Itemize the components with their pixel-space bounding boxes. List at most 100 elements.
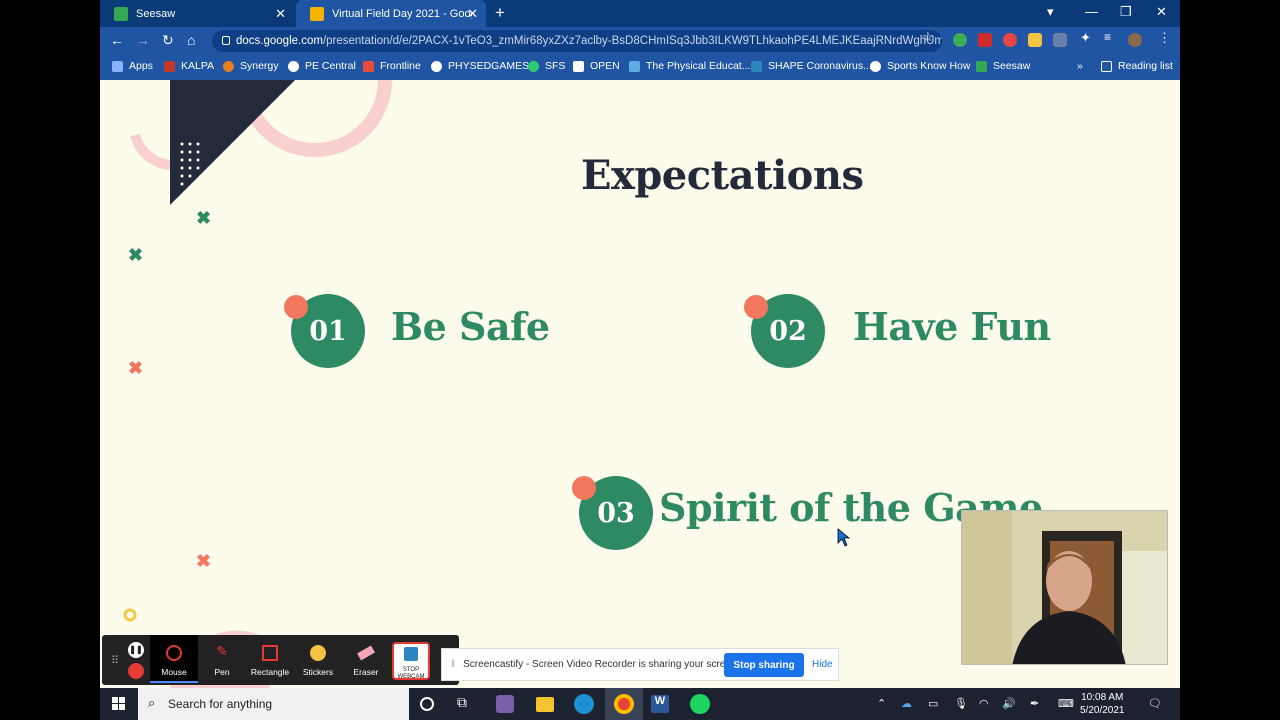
windows-start-icon[interactable] [112, 697, 126, 711]
x-mark-decoration: ✖ [196, 551, 212, 571]
pen-workspace-icon[interactable]: ✒ [1030, 697, 1039, 710]
bookmark-sfs[interactable]: SFS [528, 60, 565, 72]
tab-strip: Seesaw ✕ Virtual Field Day 2021 - Google… [100, 0, 1180, 27]
shape-icon [751, 60, 762, 72]
mouse-tool[interactable]: Mouse [150, 635, 198, 683]
pen-tool[interactable]: ✎ Pen [198, 635, 246, 683]
pe-icon [629, 60, 640, 72]
onedrive-icon[interactable]: ☁ [901, 697, 912, 710]
thumbs-up-icon[interactable] [1028, 33, 1042, 47]
chrome-taskbar-button[interactable] [605, 688, 643, 720]
drag-handle-icon[interactable]: ⠿ [111, 654, 119, 667]
tool-label: Eraser [353, 667, 379, 677]
store-icon[interactable] [496, 695, 514, 713]
bookmark-open[interactable]: OPEN [573, 60, 620, 72]
back-icon[interactable]: ← [110, 32, 124, 48]
extension-green-icon[interactable] [953, 33, 967, 47]
grid-extension-icon[interactable] [1053, 33, 1067, 47]
mouse-tool-icon [166, 645, 182, 661]
address-path: /presentation/d/e/2PACX-1vTeO3_zmMir68yx… [322, 35, 942, 47]
bookmark-label: PHYSEDGAMES [448, 60, 530, 72]
bookmark-star-icon[interactable]: ☆ [922, 29, 934, 45]
x-mark-decoration: ✖ [128, 245, 144, 265]
bookmark-shape[interactable]: SHAPE Coronavirus... [751, 60, 872, 72]
stop-recording-icon[interactable] [128, 663, 144, 679]
bookmark-synergy[interactable]: Synergy [223, 60, 279, 72]
bookmark-kalpa[interactable]: KALPA [164, 60, 214, 72]
bookmark-pe-central[interactable]: PE Central [288, 60, 356, 72]
taskbar-search-input[interactable]: ⌕ Search for anything [138, 688, 409, 720]
spotify-icon[interactable] [690, 694, 710, 714]
close-icon[interactable]: ✕ [275, 6, 286, 22]
acrobat-icon[interactable] [978, 33, 992, 47]
bookmark-seesaw[interactable]: Seesaw [976, 60, 1030, 72]
notification-center-icon[interactable]: 🗨 [1148, 697, 1162, 710]
synergy-icon [223, 60, 234, 72]
reading-list[interactable]: Reading list [1101, 60, 1173, 72]
rectangle-tool[interactable]: Rectangle [246, 635, 294, 683]
edge-icon[interactable] [574, 694, 594, 714]
bookmark-sports-know-how[interactable]: Sports Know How [870, 60, 970, 72]
restore-icon[interactable]: ❐ [1120, 4, 1132, 20]
tab-search-icon[interactable]: ▾ [1047, 4, 1054, 20]
keyboard-icon[interactable]: ⌨ [1058, 697, 1074, 710]
accent-dot [744, 295, 768, 319]
battery-icon[interactable]: ▭ [928, 697, 938, 710]
tab-seesaw[interactable]: Seesaw ✕ [100, 0, 294, 27]
webcam-icon [404, 647, 418, 661]
tool-label: Pen [214, 667, 230, 677]
cortana-icon[interactable] [420, 697, 434, 711]
globe-icon [288, 60, 299, 72]
tool-label: Rectangle [250, 667, 290, 677]
menu-kebab-icon[interactable]: ⋮ [1158, 30, 1172, 45]
screencastify-icon[interactable] [1003, 33, 1017, 47]
frontline-icon [363, 60, 374, 72]
reload-icon[interactable]: ↻ [162, 32, 174, 49]
clock-date: 5/20/2021 [1080, 705, 1125, 716]
word-icon[interactable]: W [651, 695, 669, 713]
eraser-tool[interactable]: Eraser [342, 635, 390, 683]
tab-virtual-field-day[interactable]: Virtual Field Day 2021 - Google S ✕ [296, 0, 486, 27]
wifi-icon[interactable]: ◠ [979, 697, 989, 710]
bookmarks-overflow[interactable]: » [1077, 60, 1083, 72]
address-bar[interactable]: docs.google.com/presentation/d/e/2PACX-1… [212, 30, 942, 52]
bookmark-label: Frontline [380, 60, 421, 72]
pause-icon[interactable]: ❚❚ [128, 642, 144, 658]
power-icon [573, 60, 584, 72]
stop-sharing-button[interactable]: Stop sharing [724, 653, 804, 677]
webcam-overlay[interactable] [961, 510, 1168, 665]
x-mark-decoration: ✖ [128, 358, 144, 378]
bookmark-label: SHAPE Coronavirus... [768, 60, 872, 72]
file-explorer-icon[interactable] [536, 697, 554, 712]
tab-title: Virtual Field Day 2021 - Google S [332, 7, 472, 20]
home-icon[interactable]: ⌂ [187, 32, 195, 48]
task-view-icon[interactable]: ⧉ [457, 694, 479, 716]
minimize-icon[interactable]: — [1085, 4, 1098, 19]
bookmark-frontline[interactable]: Frontline [363, 60, 421, 72]
microphone-icon[interactable]: 🎙 [954, 697, 968, 710]
close-window-icon[interactable]: ✕ [1156, 4, 1167, 20]
volume-icon[interactable]: 🔊 [1002, 697, 1016, 710]
stop-webcam-button[interactable]: STOP WEBCAM [392, 642, 430, 680]
system-clock[interactable]: 10:08 AM 5/20/2021 [1080, 691, 1125, 717]
extensions-puzzle-icon[interactable]: ✦ [1080, 30, 1094, 45]
drag-handle-icon[interactable]: ‖ [451, 659, 455, 670]
stickers-tool[interactable]: Stickers [294, 635, 342, 683]
close-icon[interactable]: ✕ [467, 6, 478, 22]
bookmark-physedgames[interactable]: PHYSEDGAMES [431, 60, 529, 72]
accent-dot [284, 295, 308, 319]
media-control-icon[interactable]: ≡ [1104, 30, 1118, 44]
clock-time: 10:08 AM [1081, 692, 1124, 703]
profile-avatar[interactable] [1128, 33, 1142, 47]
chevron-up-icon[interactable]: ⌃ [877, 697, 886, 710]
new-tab-button[interactable]: + [495, 3, 505, 23]
hide-button[interactable]: Hide [812, 659, 833, 670]
bookmark-physical-educator[interactable]: The Physical Educat... [629, 60, 750, 72]
soccer-ball-icon [431, 60, 442, 72]
reading-list-icon [1101, 60, 1112, 72]
screen-sharing-bar: ‖ Screencastify - Screen Video Recorder … [441, 648, 839, 681]
forward-icon[interactable]: → [136, 32, 150, 48]
globe-icon [870, 60, 881, 72]
bookmarks-bar: Apps KALPA Synergy PE Central Frontline … [100, 54, 1180, 80]
bookmark-apps[interactable]: Apps [112, 60, 153, 72]
